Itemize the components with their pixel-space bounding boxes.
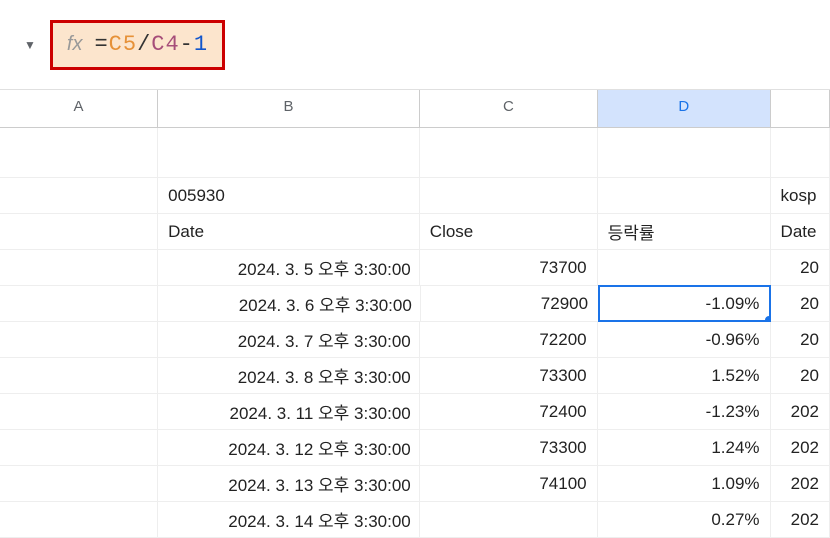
table-row: 2024. 3. 6 오후 3:30:00 72900 -1.09% 20 <box>0 286 830 322</box>
column-header-e[interactable] <box>771 90 830 127</box>
cell-close[interactable]: 73300 <box>420 430 598 465</box>
cell-date[interactable]: 2024. 3. 5 오후 3:30:00 <box>158 250 420 285</box>
cell[interactable] <box>0 322 158 357</box>
cell[interactable] <box>420 178 598 213</box>
cell[interactable] <box>0 430 158 465</box>
selected-cell[interactable]: -1.09% <box>598 285 771 322</box>
cell-close[interactable]: 74100 <box>420 466 598 501</box>
cell[interactable] <box>0 394 158 429</box>
cell[interactable]: kosp <box>771 178 830 213</box>
cell-date[interactable]: 2024. 3. 13 오후 3:30:00 <box>158 466 420 501</box>
cell-change[interactable]: 1.24% <box>598 430 771 465</box>
header-date[interactable]: Date <box>158 214 420 249</box>
cell[interactable] <box>0 286 158 321</box>
cell[interactable]: 20 <box>771 250 830 285</box>
cell[interactable] <box>0 502 158 537</box>
cell[interactable]: 20 <box>771 322 830 357</box>
stock-code[interactable]: 005930 <box>158 178 420 213</box>
cell-date[interactable]: 2024. 3. 14 오후 3:30:00 <box>158 502 420 537</box>
cell-close[interactable]: 73700 <box>420 250 598 285</box>
table-row: 2024. 3. 7 오후 3:30:00 72200 -0.96% 20 <box>0 322 830 358</box>
cell-date[interactable]: 2024. 3. 11 오후 3:30:00 <box>158 394 420 429</box>
cell-close[interactable]: 73300 <box>420 358 598 393</box>
cell[interactable] <box>0 466 158 501</box>
cell-change[interactable]: 1.52% <box>598 358 771 393</box>
spreadsheet-grid[interactable]: 005930 kosp Date Close 등락률 Date 2024. 3.… <box>0 128 830 538</box>
table-row: Date Close 등락률 Date <box>0 214 830 250</box>
cell-date[interactable]: 2024. 3. 8 오후 3:30:00 <box>158 358 420 393</box>
cell-close[interactable]: 72200 <box>420 322 598 357</box>
cell-value: -1.09% <box>706 294 760 314</box>
cell[interactable] <box>771 128 830 177</box>
column-header-d[interactable]: D <box>598 90 771 127</box>
cell[interactable]: Date <box>771 214 830 249</box>
cell[interactable] <box>0 214 158 249</box>
cell-date[interactable]: 2024. 3. 12 오후 3:30:00 <box>158 430 420 465</box>
header-close[interactable]: Close <box>420 214 598 249</box>
column-header-a[interactable]: A <box>0 90 158 127</box>
fx-icon: fx <box>67 33 83 56</box>
name-box-dropdown[interactable]: ▼ <box>10 38 50 52</box>
cell-change[interactable]: 1.09% <box>598 466 771 501</box>
table-row <box>0 128 830 178</box>
cell-close[interactable] <box>420 502 598 537</box>
table-row: 2024. 3. 11 오후 3:30:00 72400 -1.23% 202 <box>0 394 830 430</box>
formula-bar[interactable]: fx =C5/C4-1 <box>50 20 225 70</box>
formula-bar-container: ▼ fx =C5/C4-1 <box>0 0 830 90</box>
cell-change[interactable]: 0.27% <box>598 502 771 537</box>
cell[interactable]: 202 <box>771 466 830 501</box>
table-row: 2024. 3. 5 오후 3:30:00 73700 20 <box>0 250 830 286</box>
selection-handle[interactable] <box>764 315 771 322</box>
cell[interactable] <box>0 250 158 285</box>
cell[interactable] <box>598 128 771 177</box>
table-row: 2024. 3. 14 오후 3:30:00 0.27% 202 <box>0 502 830 538</box>
table-row: 2024. 3. 13 오후 3:30:00 74100 1.09% 202 <box>0 466 830 502</box>
header-change[interactable]: 등락률 <box>598 214 771 249</box>
cell[interactable]: 202 <box>771 502 830 537</box>
cell[interactable] <box>598 178 771 213</box>
column-header-c[interactable]: C <box>420 90 598 127</box>
cell[interactable] <box>0 128 158 177</box>
table-row: 005930 kosp <box>0 178 830 214</box>
formula-input[interactable]: =C5/C4-1 <box>94 32 208 57</box>
cell[interactable] <box>0 178 158 213</box>
table-row: 2024. 3. 8 오후 3:30:00 73300 1.52% 20 <box>0 358 830 394</box>
cell[interactable]: 202 <box>771 394 830 429</box>
cell-close[interactable]: 72900 <box>421 286 599 321</box>
cell-date[interactable]: 2024. 3. 6 오후 3:30:00 <box>158 286 420 321</box>
cell[interactable]: 20 <box>771 358 830 393</box>
column-header-b[interactable]: B <box>158 90 420 127</box>
cell[interactable]: 20 <box>770 286 830 321</box>
cell-close[interactable]: 72400 <box>420 394 598 429</box>
cell[interactable]: 202 <box>771 430 830 465</box>
cell-change[interactable]: -1.23% <box>598 394 771 429</box>
cell[interactable] <box>0 358 158 393</box>
cell-change[interactable]: -0.96% <box>598 322 771 357</box>
cell-change[interactable] <box>598 250 771 285</box>
cell-date[interactable]: 2024. 3. 7 오후 3:30:00 <box>158 322 420 357</box>
table-row: 2024. 3. 12 오후 3:30:00 73300 1.24% 202 <box>0 430 830 466</box>
cell[interactable] <box>158 128 420 177</box>
cell[interactable] <box>420 128 598 177</box>
column-headers: A B C D <box>0 90 830 128</box>
